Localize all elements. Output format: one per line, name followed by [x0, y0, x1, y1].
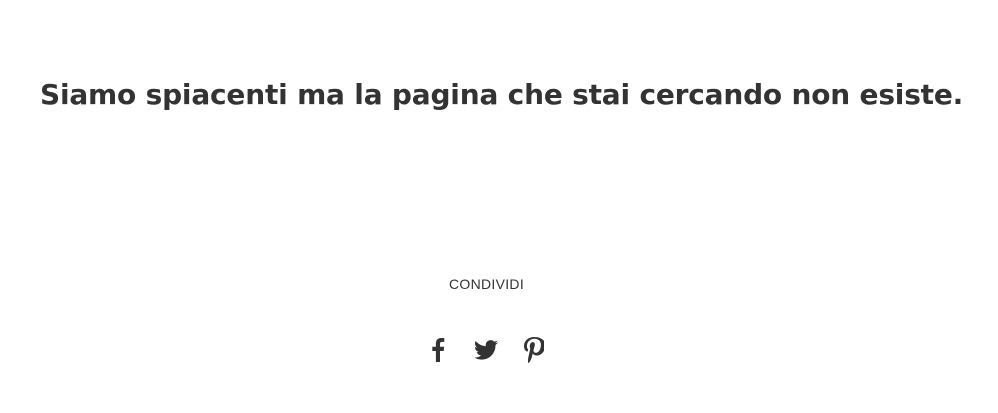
facebook-icon[interactable]: [425, 336, 451, 364]
error-message-heading: Siamo spiacenti ma la pagina che stai ce…: [40, 78, 964, 111]
pinterest-icon[interactable]: [521, 336, 547, 364]
share-label: CONDIVIDI: [448, 276, 525, 292]
twitter-icon[interactable]: [473, 336, 499, 364]
share-icons-group: [425, 336, 547, 364]
error-page: Siamo spiacenti ma la pagina che stai ce…: [0, 0, 998, 413]
